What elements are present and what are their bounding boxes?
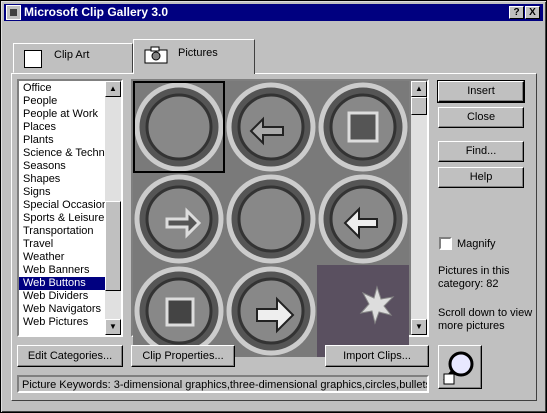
category-item[interactable]: Shapes [19,173,105,186]
thumbnail-cell[interactable] [133,81,225,173]
close-title-button[interactable]: X [525,6,540,19]
left-arrow-button-icon [318,174,408,264]
category-item[interactable]: Web Pictures [19,316,105,329]
category-item[interactable]: Special Occasion [19,199,105,212]
close-label: Close [466,111,496,123]
thumbnail-cell[interactable] [225,173,317,265]
help-button[interactable]: Help [438,167,524,188]
right-arrow-button-icon [226,266,316,356]
category-item[interactable]: Travel [19,238,105,251]
scroll-hint: Scroll down to view more pictures [438,307,533,332]
scroll-up-icon[interactable]: ▲ [105,81,121,97]
category-item[interactable]: Plants [19,134,105,147]
sparkle-button-icon [317,265,409,357]
round-button-icon [134,82,224,172]
stop-button-icon [134,266,224,356]
square-button-icon [318,82,408,172]
app-icon [6,5,21,20]
help-label: Help [469,171,493,183]
category-item[interactable]: Weather [19,251,105,264]
category-item[interactable]: People at Work [19,108,105,121]
category-item[interactable]: Web Buttons [19,277,105,290]
magnifier-icon [443,351,474,385]
category-item[interactable]: Web Navigators [19,303,105,316]
import-clips-button[interactable]: Import Clips... [325,345,429,367]
edit-categories-button[interactable]: Edit Categories... [17,345,123,367]
back-arrow-button-icon [226,82,316,172]
magnify-checkbox[interactable] [439,237,452,250]
clip-properties-button[interactable]: Clip Properties... [131,345,235,367]
grid-scroll-up-icon[interactable]: ▲ [411,81,427,97]
grid-scroll-thumb[interactable] [411,97,427,115]
clip-gallery-window: Microsoft Clip Gallery 3.0 ? X Clip Art … [0,0,547,413]
tab-pictures[interactable]: Pictures [133,39,255,74]
category-item[interactable]: Sports & Leisure [19,212,105,225]
camera-icon [144,46,168,64]
category-item[interactable]: Web Dividers [19,290,105,303]
category-item[interactable]: Science & Techn [19,147,105,160]
tab-clip-art[interactable]: Clip Art [13,43,133,73]
category-scrollbar[interactable]: ▲ ▼ [105,81,121,335]
clip-properties-label: Clip Properties... [142,350,224,362]
picture-grid[interactable]: ▲ ▼ [131,79,429,357]
grid-scrollbar[interactable]: ▲ ▼ [411,81,427,335]
keywords-status: Picture Keywords: 3-dimensional graphics… [17,375,429,393]
scroll-down-icon[interactable]: ▼ [105,319,121,335]
close-button[interactable]: Close [438,107,524,128]
find-label: Find... [465,145,497,157]
tab-pictures-label: Pictures [178,47,218,59]
find-button[interactable]: Find... [438,141,524,162]
thumbnail-cell[interactable] [225,265,317,357]
import-clips-label: Import Clips... [343,350,411,362]
category-item[interactable]: Signs [19,186,105,199]
insert-button[interactable]: Insert [437,80,525,103]
clip-art-icon [24,50,42,68]
category-item[interactable]: People [19,95,105,108]
category-item[interactable]: Transportation [19,225,105,238]
grid-scroll-down-icon[interactable]: ▼ [411,319,427,335]
category-item[interactable]: Office [19,82,105,95]
title-bar: Microsoft Clip Gallery 3.0 ? X [4,4,543,21]
thumbnail-cell[interactable] [317,173,409,265]
thumbnail-cell[interactable] [225,81,317,173]
picture-count: Pictures in this category: 82 [438,265,510,290]
insert-label: Insert [467,85,495,97]
category-item[interactable]: Places [19,121,105,134]
scroll-thumb[interactable] [105,201,121,291]
thumbnail-cell[interactable] [317,81,409,173]
thumbnail-cell[interactable] [133,173,225,265]
magnify-preview-button[interactable] [438,345,482,389]
thumbnail-cell[interactable] [317,265,409,357]
category-list[interactable]: Office People People at Work Places Plants Sc… [17,79,123,337]
forward-arrow-button-icon [134,174,224,264]
magnify-label: Magnify [457,238,496,250]
category-item[interactable]: Web Banners [19,264,105,277]
window-title: Microsoft Clip Gallery 3.0 [24,5,169,19]
plain-round-button-icon [226,174,316,264]
thumbnail-cell[interactable] [133,265,225,357]
help-title-button[interactable]: ? [509,6,524,19]
edit-categories-label: Edit Categories... [27,350,113,362]
tab-clip-art-label: Clip Art [54,49,90,61]
category-item[interactable]: Seasons [19,160,105,173]
